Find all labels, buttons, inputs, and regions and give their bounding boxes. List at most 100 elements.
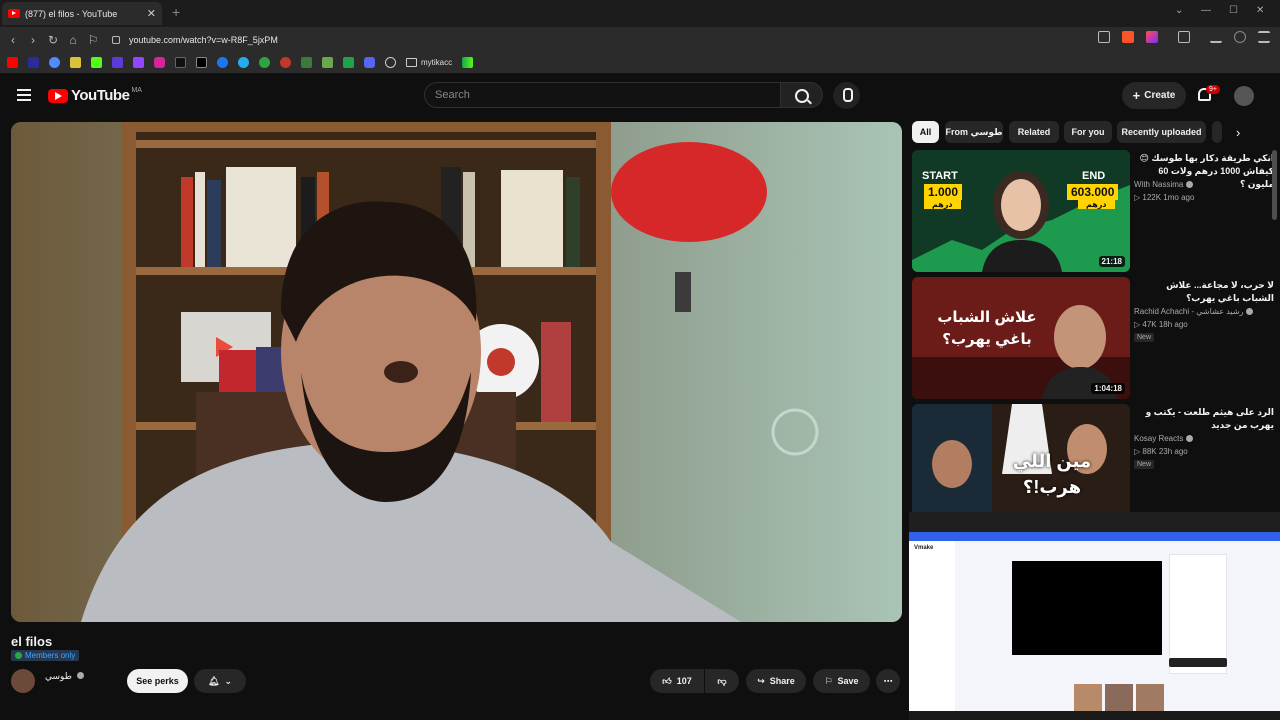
account-avatar[interactable] [1234,86,1254,106]
instagram-bookmark-icon[interactable] [154,57,165,68]
brave-shield-icon[interactable] [1122,31,1134,43]
recommendation-channel-name: Kosay Reacts [1134,434,1184,443]
thumbs-down-icon: 👎︎ [717,675,727,686]
bookmark-chart-icon[interactable] [462,57,474,68]
recommendation-channel[interactable]: Kosay Reacts [1134,434,1194,443]
dislike-button[interactable]: 👎︎ [705,669,739,693]
recommendation-channel[interactable]: With Nassima [1134,180,1194,189]
recommendation-item[interactable]: علاش الشباب باغي يهرب؟ 1:04:18 لا حرب، ل… [912,277,1274,399]
create-button[interactable]: + Create [1122,82,1186,109]
discord-bookmark-icon[interactable] [364,57,375,68]
recommendation-thumbnail[interactable]: START 1.000 درهم END 603.000 درهم 21:18 [912,150,1130,272]
forward-icon[interactable]: › [23,33,43,47]
sidebar-scrollbar[interactable] [1272,150,1277,220]
back-icon[interactable]: ‹ [3,33,23,47]
chip-recently-uploaded[interactable]: Recently uploaded [1117,121,1206,143]
like-button[interactable]: 👍︎ 107 [650,669,704,693]
maximize-icon[interactable]: ☐ [1229,5,1238,16]
gemini-bookmark-icon[interactable] [49,57,60,68]
youtube-bookmark-icon[interactable] [7,57,18,68]
overlay-thumbnail[interactable] [1074,684,1102,712]
cast-icon[interactable] [1098,31,1110,43]
recommendation-channel[interactable]: Rachid Achachi - رشيد عشاشي [1134,307,1254,316]
share-button[interactable]: ↪ Share [746,669,806,693]
new-tab-button[interactable]: + [172,4,180,20]
recommendation-item[interactable]: مين اللي هرب!؟ الرد على هيثم طلعت - يكتب… [912,404,1274,512]
sidebar-icon[interactable] [1178,31,1190,43]
site-info-icon[interactable] [112,35,120,44]
chevron-right-icon[interactable]: › [1236,125,1250,140]
recommendation-meta: ▷ 88K 23h ago [1134,447,1188,456]
members-only-label: Members only [25,651,76,660]
tab-search-icon[interactable]: ⌄ [1175,5,1183,16]
notification-preference-button[interactable]: 🔔︎ ⌄ [194,669,246,693]
channel-name[interactable]: طوسي [45,671,85,682]
overlay-app-window[interactable]: Vmake [909,512,1280,720]
downloads-icon[interactable] [1210,31,1222,43]
youtube-favicon-icon [8,9,20,18]
youtube-logo[interactable]: YouTube MA [48,87,142,104]
create-label: Create [1144,90,1176,101]
bookmarks-bar: mytikacc [0,52,1280,74]
plus-icon: + [1132,88,1141,103]
search-icon[interactable] [781,82,823,108]
recommendation-item[interactable]: START 1.000 درهم END 603.000 درهم 21:18 … [912,150,1274,272]
recommendation-thumbnail[interactable]: مين اللي هرب!؟ [912,404,1130,512]
bookmark-icon[interactable]: ⚐ [83,33,103,47]
tiktok-bookmark-icon[interactable] [175,57,186,68]
overlay-sidebar [909,541,955,711]
overlay-action-button[interactable] [1169,658,1227,667]
close-window-icon[interactable]: ✕ [1256,5,1264,16]
overlay-thumbnail[interactable] [1136,684,1164,712]
recommendation-thumbnail[interactable]: علاش الشباب باغي يهرب؟ 1:04:18 [912,277,1130,399]
chip-for-you[interactable]: For you [1064,121,1112,143]
reload-icon[interactable]: ↻ [43,33,63,47]
overlay-thumbnail[interactable] [1105,684,1133,712]
bookmark-16-icon[interactable] [322,57,333,68]
thumbnail-text: علاش الشباب باغي يهرب؟ [937,309,1037,348]
save-button[interactable]: ⚐ Save [813,669,870,693]
chip-all[interactable]: All [912,121,939,143]
bookmark-folder[interactable]: mytikacc [406,58,452,67]
video-player[interactable] [11,122,902,622]
microphone-icon[interactable] [833,82,860,109]
brave-rewards-icon[interactable] [1146,31,1158,43]
chip-related[interactable]: Related [1009,121,1059,143]
bookmark-4-icon[interactable] [70,57,81,68]
bookmark-14-icon[interactable] [280,57,291,68]
video-duration: 1:04:18 [1091,383,1125,394]
tab-close-icon[interactable]: ✕ [147,7,156,20]
notification-badge: 9+ [1206,85,1220,94]
kick-bookmark-icon[interactable] [91,57,102,68]
bookmark-15-icon[interactable] [301,57,312,68]
x-bookmark-icon[interactable] [196,57,207,68]
more-actions-icon[interactable]: ⋯ [876,669,900,693]
browser-tab[interactable]: (877) el filos - YouTube ✕ [2,2,162,25]
bookmark-2-icon[interactable] [28,57,39,68]
chip-overflow[interactable] [1212,121,1222,143]
browser-menu-icon[interactable] [1258,31,1270,43]
facebook-bookmark-icon[interactable] [217,57,228,68]
bookmark-6-icon[interactable] [112,57,123,68]
twitch-bookmark-icon[interactable] [133,57,144,68]
chip-from-channel[interactable]: From طوسي [945,121,1003,143]
url-field[interactable]: youtube.com/watch?v=w-R8F_5jxPM [112,30,1112,49]
globe-bookmark-icon[interactable] [385,57,396,68]
media-icon[interactable] [1234,31,1246,43]
channel-avatar[interactable] [11,669,35,693]
recommendation-title[interactable]: لا حرب، لا مجاعة... علاش الشباب باغي يهر… [1134,279,1274,305]
recommendation-title[interactable]: الرد على هيثم طلعت - يكتب و يهرب من جديد [1134,406,1274,432]
verified-icon [1246,308,1254,315]
bookmark-13-icon[interactable] [259,57,270,68]
see-perks-button[interactable]: See perks [127,669,188,693]
bookmark-17-icon[interactable] [343,57,354,68]
home-icon[interactable]: ⌂ [63,33,83,47]
guide-menu-icon[interactable] [17,89,31,101]
telegram-bookmark-icon[interactable] [238,57,249,68]
overlay-settings-panel [1169,554,1227,674]
share-label: Share [769,676,795,686]
minimize-icon[interactable]: — [1201,5,1211,16]
chevron-down-icon: ⌄ [224,675,232,686]
like-count: 107 [676,676,692,686]
search-input[interactable]: Search [424,82,781,108]
